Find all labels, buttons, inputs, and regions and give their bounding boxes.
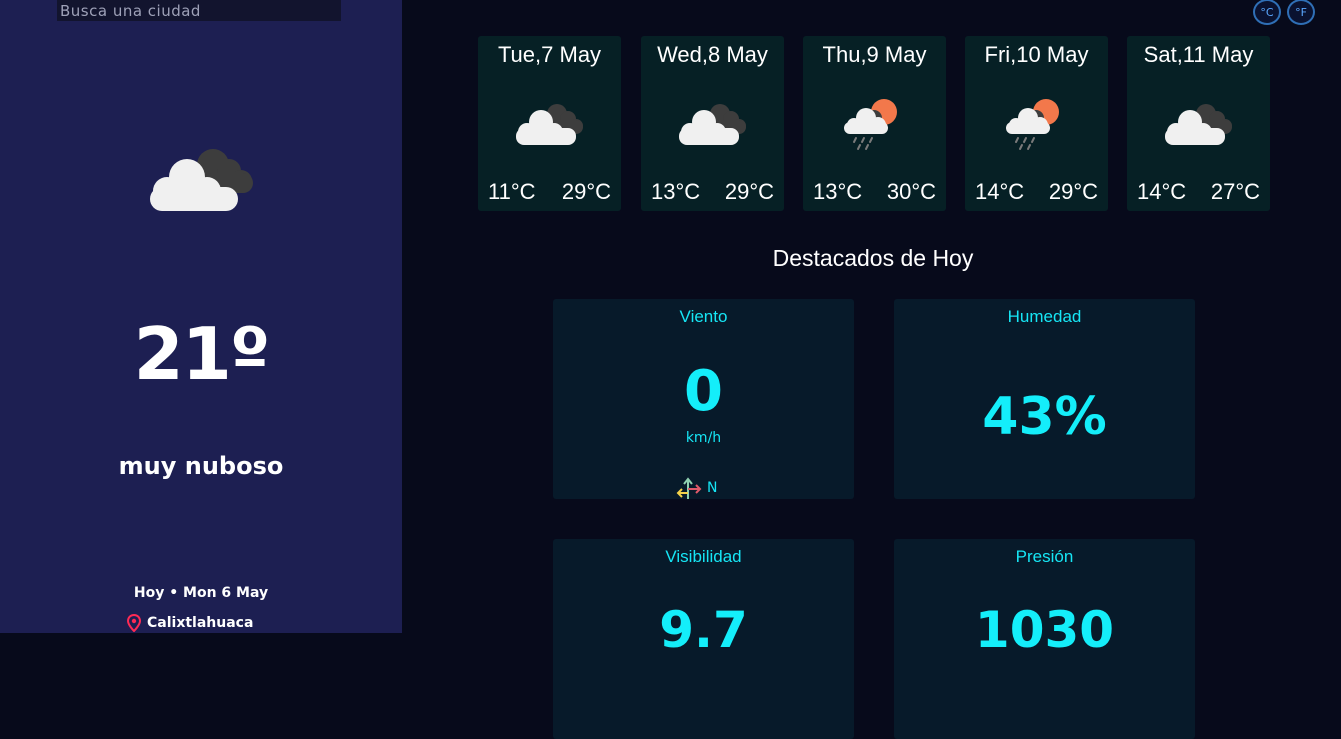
wind-value: 0 [684, 359, 723, 424]
forecast-day: Thu,9 May [822, 42, 927, 67]
search-input[interactable] [57, 0, 341, 21]
cloudy-icon [150, 149, 253, 211]
forecast-day: Sat,11 May [1143, 42, 1254, 67]
forecast-min: 13°C [813, 179, 863, 204]
forecast-card: Thu,9 May 13°C 30°C [803, 36, 946, 211]
wind-label: Viento [679, 307, 728, 326]
forecast-max: 29°C [724, 179, 774, 204]
humidity-value: 43% [982, 387, 1107, 447]
wind-direction-label: N [707, 480, 718, 496]
forecast-day: Tue,7 May [497, 42, 602, 67]
humidity-card: Humedad 43% [894, 299, 1195, 499]
forecast-card: Sat,11 May 14°C 27°C [1127, 36, 1270, 211]
forecast-min: 13°C [651, 179, 701, 204]
compass-icon [676, 477, 702, 499]
forecast-max: 29°C [1048, 179, 1098, 204]
forecast-max: 29°C [561, 179, 611, 204]
location: Calixtlahuaca [127, 614, 253, 632]
forecast-card: Tue,7 May 11°C 29°C [478, 36, 621, 211]
visibility-label: Visibilidad [665, 547, 742, 566]
forecast-card: Fri,10 May 14°C 29°C [965, 36, 1108, 211]
current-date: Hoy • Mon 6 May [133, 585, 269, 601]
rain-sun-icon [1006, 99, 1059, 150]
forecast-max: 27°C [1210, 179, 1260, 204]
visibility-card: Visibilidad 9.7 [553, 539, 854, 739]
location-pin-icon [127, 614, 141, 632]
forecast-max: 30°C [886, 179, 936, 204]
current-temperature: 21º [133, 312, 271, 396]
wind-unit: km/h [685, 430, 722, 446]
sidebar: 21º muy nuboso Hoy • Mon 6 May Calixtlah… [0, 0, 402, 633]
pressure-label: Presión [1015, 547, 1074, 566]
highlights-title: Destacados de Hoy [772, 245, 974, 271]
forecast-min: 14°C [1137, 179, 1187, 204]
humidity-label: Humedad [1007, 307, 1082, 326]
rain-sun-icon [844, 99, 897, 150]
pressure-card: Presión 1030 [894, 539, 1195, 739]
fahrenheit-button[interactable]: °F [1287, 0, 1315, 25]
cloudy-icon [516, 104, 583, 145]
wind-direction: N [675, 475, 717, 501]
wind-card: Viento 0 km/h N [553, 299, 854, 499]
weather-description: muy nuboso [118, 452, 284, 480]
forecast-day: Wed,8 May [657, 42, 768, 67]
forecast-day: Fri,10 May [984, 42, 1089, 67]
location-name: Calixtlahuaca [147, 615, 254, 631]
visibility-value: 9.7 [659, 601, 748, 659]
forecast-min: 14°C [975, 179, 1025, 204]
cloudy-icon [1165, 104, 1232, 145]
celsius-button[interactable]: °C [1253, 0, 1281, 25]
pressure-value: 1030 [974, 601, 1115, 659]
forecast-min: 11°C [488, 179, 536, 204]
cloudy-icon [679, 104, 746, 145]
forecast-card: Wed,8 May 13°C 29°C [641, 36, 784, 211]
